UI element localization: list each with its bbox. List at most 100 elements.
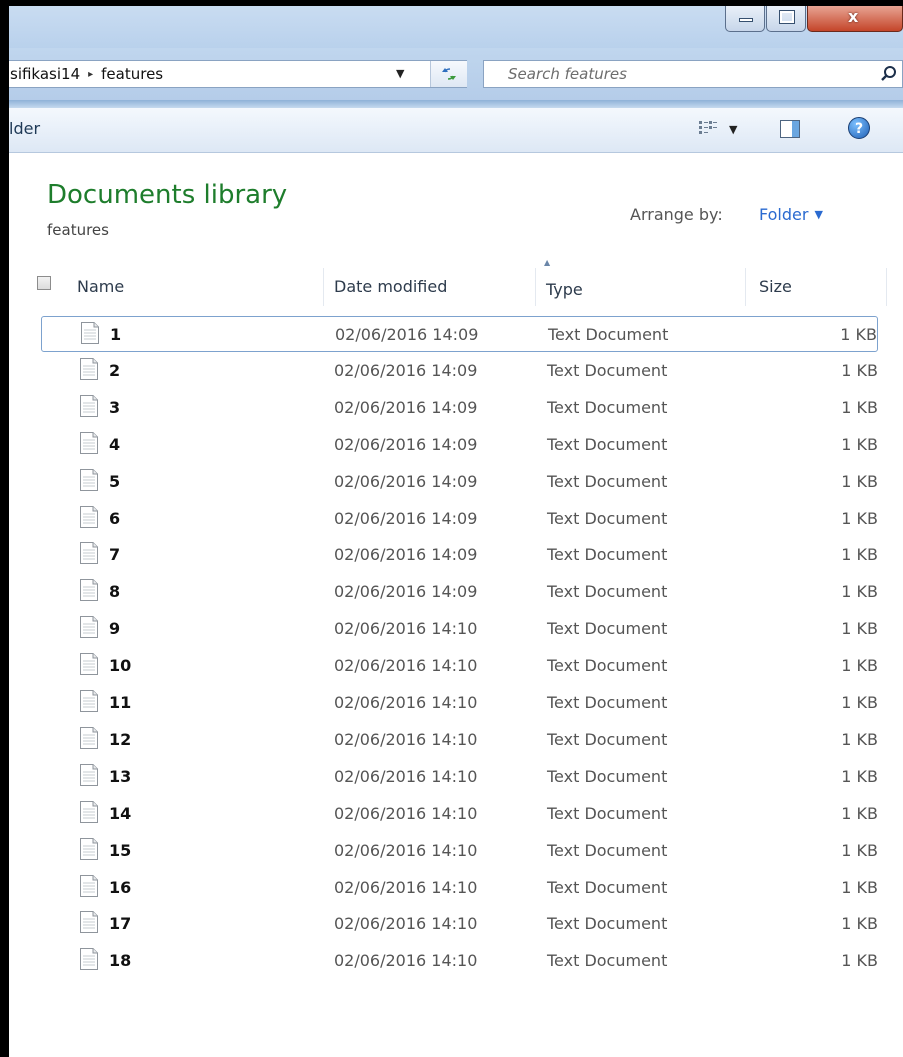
table-row[interactable]: 16 02/06/2016 14:10 Text Document 1 KB [41, 870, 878, 906]
search-icon[interactable] [880, 65, 898, 83]
column-header-date[interactable]: Date modified [324, 268, 535, 306]
table-row[interactable]: 3 02/06/2016 14:09 Text Document 1 KB [41, 390, 878, 426]
table-row[interactable]: 11 02/06/2016 14:10 Text Document 1 KB [41, 685, 878, 721]
file-name: 14 [109, 803, 132, 823]
arrange-by-value: Folder [759, 205, 809, 224]
refresh-button[interactable] [430, 61, 467, 87]
file-type: Text Document [547, 619, 668, 639]
table-row[interactable]: 4 02/06/2016 14:09 Text Document 1 KB [41, 427, 878, 463]
column-header-name[interactable]: Name [28, 268, 323, 306]
file-date-modified: 02/06/2016 14:10 [334, 656, 478, 676]
file-size: 1 KB [841, 693, 878, 712]
table-row[interactable]: 10 02/06/2016 14:10 Text Document 1 KB [41, 648, 878, 684]
file-date-modified: 02/06/2016 14:09 [334, 545, 478, 565]
text-document-icon [80, 763, 98, 786]
sort-ascending-icon: ▲ [544, 258, 551, 267]
text-document-icon [80, 653, 98, 676]
table-row[interactable]: 17 02/06/2016 14:10 Text Document 1 KB [41, 906, 878, 942]
table-row[interactable]: 15 02/06/2016 14:10 Text Document 1 KB [41, 833, 878, 869]
table-row[interactable]: 8 02/06/2016 14:09 Text Document 1 KB [41, 574, 878, 610]
file-name: 6 [109, 508, 121, 528]
text-document-icon [80, 579, 98, 602]
file-name: 16 [109, 877, 132, 897]
text-document-icon [80, 357, 98, 380]
table-row[interactable]: 6 02/06/2016 14:09 Text Document 1 KB [41, 501, 878, 537]
search-input[interactable]: Search features [508, 65, 627, 83]
command-bar: lder ▼ ? [9, 108, 903, 153]
views-icon[interactable] [699, 121, 717, 135]
views-dropdown-icon[interactable]: ▼ [729, 123, 737, 136]
new-folder-button[interactable]: lder [9, 119, 40, 138]
file-size: 1 KB [841, 360, 878, 380]
table-row[interactable]: 2 02/06/2016 14:09 Text Document 1 KB [41, 353, 878, 389]
breadcrumb-separator-icon[interactable]: ▸ [88, 69, 93, 80]
file-type: Text Document [547, 914, 668, 934]
file-size: 1 KB [841, 619, 878, 639]
text-document-icon [80, 726, 98, 749]
file-name: 10 [109, 656, 132, 676]
close-button[interactable]: x [807, 6, 903, 32]
search-box[interactable]: Search features [483, 60, 903, 88]
file-name: 18 [109, 951, 132, 971]
file-size: 1 KB [841, 545, 878, 565]
file-name: 3 [109, 397, 121, 417]
refresh-icon [442, 68, 456, 80]
column-header-type[interactable]: Type [536, 268, 745, 306]
text-document-icon [80, 800, 98, 823]
file-size: 1 KB [841, 582, 878, 602]
table-row[interactable]: 7 02/06/2016 14:09 Text Document 1 KB [41, 537, 878, 573]
maximize-button[interactable] [766, 6, 806, 32]
explorer-window: x sifikasi14 ▸ features ▼ Search features [9, 6, 903, 1057]
file-date-modified: 02/06/2016 14:09 [334, 471, 478, 491]
file-name: 7 [109, 545, 121, 565]
text-document-icon [80, 911, 98, 934]
table-row[interactable]: 14 02/06/2016 14:10 Text Document 1 KB [41, 796, 878, 832]
breadcrumb-item-current[interactable]: features [101, 65, 163, 83]
table-row[interactable]: 1 02/06/2016 14:09 Text Document 1 KB [41, 316, 878, 352]
column-divider[interactable] [886, 268, 887, 306]
arrange-by-dropdown[interactable]: Folder ▼ [759, 205, 823, 224]
chevron-down-icon: ▼ [814, 208, 823, 221]
address-bar[interactable]: sifikasi14 ▸ features ▼ [9, 60, 467, 88]
text-document-icon [80, 948, 98, 971]
file-size: 1 KB [841, 434, 878, 454]
table-row[interactable]: 13 02/06/2016 14:10 Text Document 1 KB [41, 759, 878, 795]
library-subtitle: features [47, 221, 109, 239]
table-row[interactable]: 12 02/06/2016 14:10 Text Document 1 KB [41, 722, 878, 758]
file-type: Text Document [547, 729, 668, 749]
file-date-modified: 02/06/2016 14:10 [334, 693, 478, 712]
file-name: 4 [109, 434, 121, 454]
file-date-modified: 02/06/2016 14:09 [334, 397, 478, 417]
file-date-modified: 02/06/2016 14:09 [334, 434, 478, 454]
file-name: 8 [109, 582, 121, 602]
file-date-modified: 02/06/2016 14:10 [334, 729, 478, 749]
file-date-modified: 02/06/2016 14:09 [334, 360, 478, 380]
file-type: Text Document [547, 582, 668, 602]
file-type: Text Document [547, 840, 668, 860]
file-name: 15 [109, 840, 132, 860]
text-document-icon [80, 690, 98, 712]
file-date-modified: 02/06/2016 14:10 [334, 766, 478, 786]
table-row[interactable]: 5 02/06/2016 14:09 Text Document 1 KB [41, 464, 878, 500]
help-icon[interactable]: ? [848, 117, 870, 139]
table-row[interactable]: 9 02/06/2016 14:10 Text Document 1 KB [41, 611, 878, 647]
file-size: 1 KB [841, 803, 878, 823]
file-type: Text Document [547, 656, 668, 676]
file-date-modified: 02/06/2016 14:10 [334, 840, 478, 860]
file-date-modified: 02/06/2016 14:10 [334, 803, 478, 823]
file-size: 1 KB [841, 471, 878, 491]
library-title: Documents library [47, 180, 288, 210]
file-size: 1 KB [840, 325, 877, 344]
text-document-icon [80, 394, 98, 417]
file-type: Text Document [547, 951, 668, 971]
column-header-size[interactable]: Size [746, 268, 886, 306]
table-row[interactable]: 18 02/06/2016 14:10 Text Document 1 KB [41, 943, 878, 979]
arrange-by-label: Arrange by: [630, 205, 723, 224]
file-date-modified: 02/06/2016 14:09 [334, 582, 478, 602]
address-dropdown-icon[interactable]: ▼ [396, 67, 404, 80]
breadcrumb-item-parent[interactable]: sifikasi14 [10, 65, 80, 83]
preview-pane-icon[interactable] [780, 120, 800, 138]
minimize-button[interactable] [725, 6, 765, 32]
file-size: 1 KB [841, 656, 878, 676]
file-type: Text Document [547, 545, 668, 565]
